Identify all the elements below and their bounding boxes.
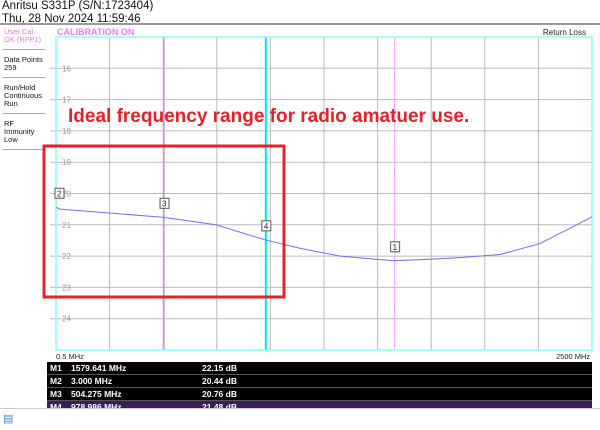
marker-1-label: 1 — [393, 243, 398, 252]
marker-value: 22.15 dB — [202, 363, 237, 373]
marker-value: 20.44 dB — [202, 376, 237, 386]
y-tick-label: 21 — [62, 221, 71, 230]
y-tick-label: 17 — [62, 96, 71, 105]
marker-4-label: 4 — [264, 222, 269, 231]
y-tick-label: 18 — [62, 127, 71, 136]
y-tick-label: 22 — [62, 252, 71, 261]
marker-2-label: 2 — [57, 189, 62, 198]
marker-row[interactable]: M1 1579.641 MHz 22.15 dB — [47, 362, 592, 375]
y-tick-label: 24 — [62, 315, 71, 324]
marker-row[interactable]: M3 504.275 MHz 20.76 dB — [47, 388, 592, 401]
marker-name: M2 — [50, 376, 62, 386]
x-start-label: 0.5 MHz — [56, 352, 84, 361]
status-bar: ▤ — [0, 408, 600, 430]
y-tick-label: 23 — [62, 283, 71, 292]
marker-freq: 504.275 MHz — [71, 389, 122, 399]
marker-value: 20.76 dB — [202, 389, 237, 399]
marker-table: M1 1579.641 MHz 22.15 dB M2 3.000 MHz 20.44 d… — [47, 362, 592, 414]
status-icon[interactable]: ▤ — [3, 412, 13, 425]
marker-name: M1 — [50, 363, 62, 373]
marker-freq: 1579.641 MHz — [71, 363, 127, 373]
y-tick-label: 19 — [62, 158, 71, 167]
x-stop-label: 2500 MHz — [556, 352, 591, 361]
marker-name: M3 — [50, 389, 62, 399]
y-tick-label: 16 — [62, 64, 71, 73]
annotation-text: Ideal frequency range for radio amatuer … — [68, 106, 470, 127]
marker-freq: 3.000 MHz — [71, 376, 113, 386]
marker-row[interactable]: M2 3.000 MHz 20.44 dB — [47, 375, 592, 388]
marker-3-label: 3 — [162, 199, 167, 208]
